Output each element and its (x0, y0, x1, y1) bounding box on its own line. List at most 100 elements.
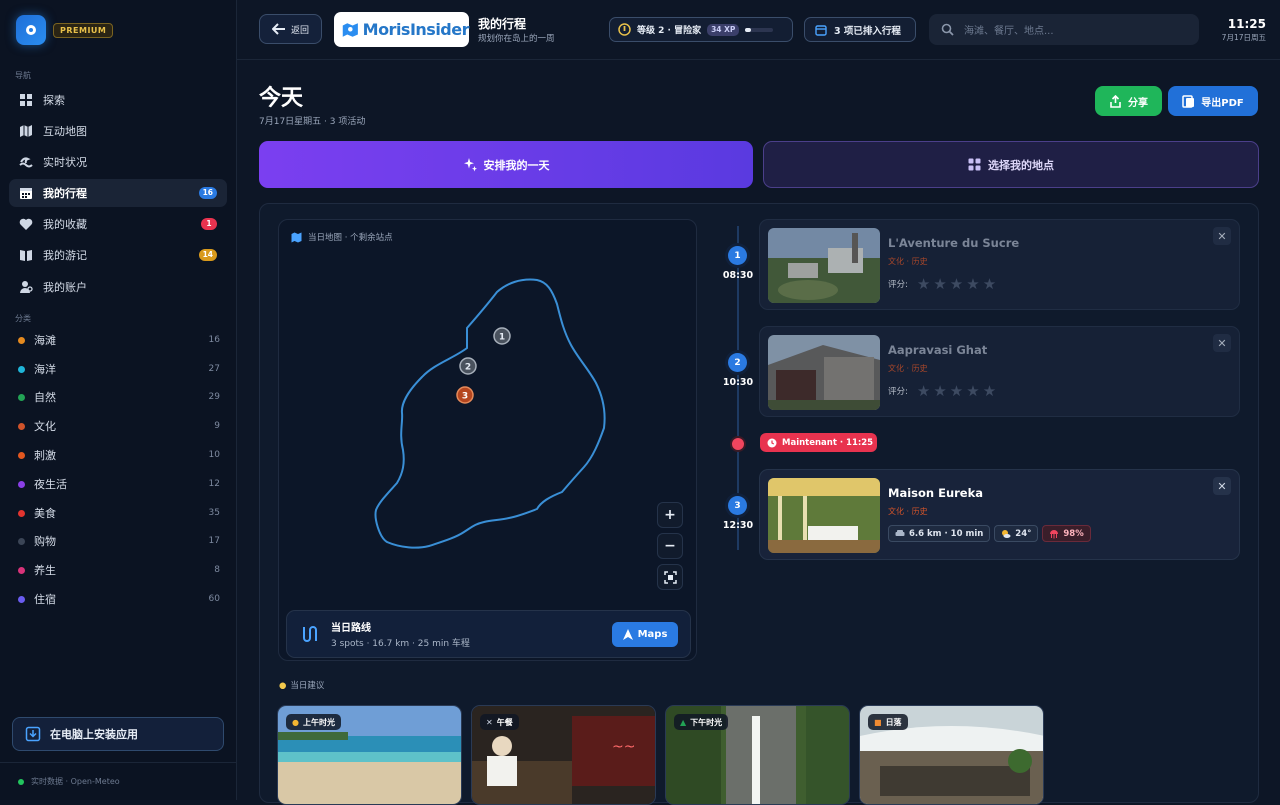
search-input[interactable]: 海滩、餐厅、地点... (929, 14, 1199, 45)
suggestion-card-morning[interactable]: ● 上午时光 (277, 705, 462, 805)
level-text: 等级 2 · 冒险家 (637, 26, 702, 36)
svg-text:~~: ~~ (612, 739, 635, 755)
remove-item-button[interactable]: ✕ (1213, 227, 1231, 245)
install-label: 在电脑上安装应用 (50, 728, 138, 741)
category-item-nightlife[interactable]: 夜生活 12 (18, 474, 220, 494)
map-pin-3[interactable]: 3 (456, 386, 474, 404)
category-item-thrill[interactable]: 刺激 10 (18, 445, 220, 465)
open-maps-button[interactable]: Maps (612, 622, 678, 647)
star-3[interactable]: ★ (950, 275, 963, 293)
category-item-ocean[interactable]: 海洋 27 (18, 359, 220, 379)
route-icon (303, 626, 317, 642)
category-label: 自然 (34, 391, 56, 404)
sidebar-item-label: 互动地图 (43, 125, 87, 138)
humidity-text: 98% (1063, 528, 1084, 539)
category-dot (18, 566, 25, 574)
star-5[interactable]: ★ (983, 382, 996, 400)
spot-photo (768, 478, 880, 553)
fit-bounds-button[interactable] (657, 564, 683, 590)
sidebar-item-itinerary[interactable]: 我的行程 16 (9, 179, 227, 207)
heart-icon (19, 218, 33, 230)
sparkles-icon (463, 158, 477, 172)
category-item-nature[interactable]: 自然 29 (18, 387, 220, 407)
sidebar-item-map[interactable]: 互动地图 (9, 117, 227, 145)
choose-places-button[interactable]: 选择我的地点 (763, 141, 1259, 188)
calendar-icon (815, 24, 827, 36)
sunset-icon: ■ (874, 717, 882, 727)
zoom-in-button[interactable]: + (657, 502, 683, 528)
level-indicator[interactable]: 等级 2 · 冒险家 34 XP (609, 17, 793, 42)
category-item-food[interactable]: 美食 35 (18, 503, 220, 523)
tree-icon: ▲ (680, 717, 687, 727)
timeline-marker-2: 2 (728, 353, 747, 372)
sidebar-item-journal[interactable]: 我的游记 14 (9, 241, 227, 269)
suggestions-header: ● 当日建议 (279, 679, 324, 691)
suggestion-card-afternoon[interactable]: ▲ 下午时光 (665, 705, 850, 805)
category-dot (18, 336, 25, 344)
map-pin-2[interactable]: 2 (459, 357, 477, 375)
book-icon (20, 250, 32, 261)
clock-icon (767, 438, 777, 447)
category-count: 9 (214, 421, 220, 431)
share-label: 分享 (1128, 97, 1148, 109)
suggestion-card-sunset[interactable]: ■ 日落 (859, 705, 1044, 805)
install-app-button[interactable]: 在电脑上安装应用 (12, 717, 224, 751)
category-item-beach[interactable]: 海滩 16 (18, 330, 220, 350)
document-icon (1182, 94, 1195, 108)
route-summary: 当日路线 3 spots · 16.7 km · 25 min 车程 Maps (286, 610, 691, 658)
share-button[interactable]: 分享 (1095, 86, 1162, 116)
brand-logo[interactable]: MorisInsider (334, 12, 470, 47)
sidebar-item-favorites[interactable]: 我的收藏 1 (9, 210, 227, 238)
star-5[interactable]: ★ (983, 275, 996, 293)
sidebar-item-account[interactable]: 我的账户 (9, 273, 227, 301)
pin-label: 3 (462, 392, 468, 402)
sidebar-item-explore[interactable]: 探索 (9, 86, 227, 114)
export-pdf-button[interactable]: 导出PDF (1168, 86, 1258, 116)
category-label: 刺激 (34, 449, 56, 462)
category-item-lodging[interactable]: 住宿 60 (18, 589, 220, 609)
planned-items-indicator[interactable]: 3 项已排入行程 (804, 17, 916, 42)
xp-progress-bar (745, 27, 774, 32)
itinerary-item[interactable]: Aapravasi Ghat 文化 · 历史 评分: ★ ★ ★ ★ ★ ✕ (759, 326, 1240, 417)
itinerary-item[interactable]: Maison Eureka 文化 · 历史 6.6 km · 10 min 24… (759, 469, 1240, 560)
zoom-out-button[interactable]: − (657, 533, 683, 559)
timeline-time-1: 08:30 (722, 270, 754, 281)
day-map[interactable]: 当日地图 · 个剩余站点 1 2 3 + − 当日路线 3 spots · 16… (278, 219, 697, 661)
star-1[interactable]: ★ (917, 275, 930, 293)
category-section-label: 分类 (15, 314, 31, 323)
spot-chips: 6.6 km · 10 min 24° 98% (888, 525, 1095, 542)
suggestion-tag: ✕ 午餐 (480, 714, 519, 730)
map-icon (20, 125, 32, 137)
star-4[interactable]: ★ (966, 382, 979, 400)
remove-item-button[interactable]: ✕ (1213, 477, 1231, 495)
car-icon (895, 530, 905, 536)
star-1[interactable]: ★ (917, 382, 930, 400)
itinerary-item[interactable]: L'Aventure du Sucre 文化 · 历史 评分: ★ ★ ★ ★ ★ ✕ (759, 219, 1240, 310)
route-details: 3 spots · 16.7 km · 25 min 车程 (331, 639, 470, 649)
plan-my-day-button[interactable]: 安排我的一天 (259, 141, 753, 188)
spot-name: L'Aventure du Sucre (888, 236, 1020, 250)
spot-photo (768, 335, 880, 410)
category-item-shopping[interactable]: 购物 17 (18, 531, 220, 551)
spot-photo (768, 228, 880, 303)
sidebar-item-label: 探索 (43, 94, 65, 107)
star-2[interactable]: ★ (933, 275, 946, 293)
suggestion-card-lunch[interactable]: ~~ ✕ 午餐 (471, 705, 656, 805)
map-pin-1[interactable]: 1 (493, 327, 511, 345)
sidebar-item-live[interactable]: 实时状况 (9, 148, 227, 176)
remove-item-button[interactable]: ✕ (1213, 334, 1231, 352)
star-3[interactable]: ★ (950, 382, 963, 400)
app-logo[interactable] (16, 15, 46, 45)
lightbulb-icon: ● (279, 681, 287, 691)
back-button[interactable]: 返回 (259, 14, 322, 44)
star-4[interactable]: ★ (966, 275, 979, 293)
category-count: 10 (208, 450, 220, 460)
island-map: 1 2 3 (374, 278, 606, 549)
category-item-culture[interactable]: 文化 9 (18, 416, 220, 436)
star-2[interactable]: ★ (933, 382, 946, 400)
category-item-wellness[interactable]: 养生 8 (18, 560, 220, 580)
pdf-label: 导出PDF (1201, 97, 1244, 109)
category-count: 16 (208, 335, 220, 345)
category-dot (18, 595, 25, 603)
plan-day-label: 安排我的一天 (483, 158, 550, 172)
